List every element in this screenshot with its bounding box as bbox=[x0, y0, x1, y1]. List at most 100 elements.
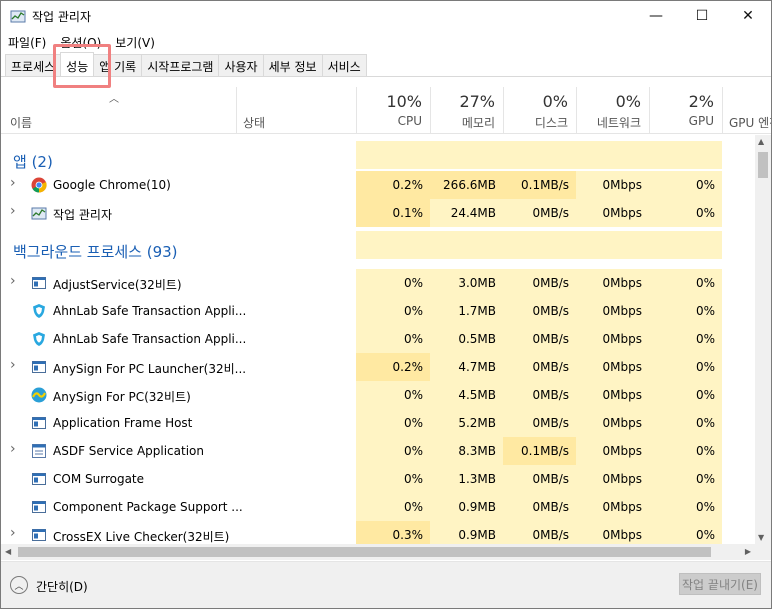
memory-cell-bg bbox=[430, 231, 503, 259]
process-name: CrossEX Live Checker(32비트) bbox=[53, 530, 230, 544]
task-manager-icon bbox=[10, 10, 26, 23]
scroll-down-icon[interactable]: ▼ bbox=[758, 533, 764, 542]
process-row[interactable]: Application Frame Host 0% 5.2MB 0MB/s 0Mbps 0… bbox=[1, 409, 755, 437]
process-row[interactable]: AhnLab Safe Transaction Appli... 0% 0.5MB 0… bbox=[1, 325, 755, 353]
close-button[interactable]: ✕ bbox=[725, 1, 771, 31]
window-app-icon bbox=[31, 527, 47, 543]
memory-value: 1.3MB bbox=[458, 472, 496, 486]
memory-value: 0.9MB bbox=[458, 528, 496, 542]
network-value: 0Mbps bbox=[602, 304, 642, 318]
gpu-value: 0% bbox=[695, 332, 715, 346]
column-gpu[interactable]: 2% GPU bbox=[649, 87, 722, 134]
vertical-scrollbar[interactable]: ▲ ▼ bbox=[755, 135, 771, 544]
process-row[interactable]: › CrossEX Live Checker(32비트) 0.3% 0.9MB 0MB/… bbox=[1, 521, 755, 544]
process-row[interactable]: AhnLab Safe Transaction Appli... 0% 1.7MB 0… bbox=[1, 297, 755, 325]
menu-view[interactable]: 보기(V) bbox=[108, 31, 162, 51]
anysign-icon bbox=[31, 387, 47, 403]
expand-chevron-icon[interactable]: › bbox=[10, 525, 16, 541]
gpu-value: 0% bbox=[695, 388, 715, 402]
vertical-scroll-thumb[interactable] bbox=[758, 152, 768, 178]
cpu-value: 0.1% bbox=[392, 206, 424, 220]
tab-startup[interactable]: 시작프로그램 bbox=[141, 54, 220, 76]
network-value: 0Mbps bbox=[602, 528, 642, 542]
memory-value: 8.3MB bbox=[458, 444, 496, 458]
memory-value: 0.9MB bbox=[458, 500, 496, 514]
expand-chevron-icon[interactable]: › bbox=[10, 357, 16, 373]
tab-details[interactable]: 세부 정보 bbox=[262, 54, 323, 76]
process-list: 앱 (2) › Google Chrome(10) 0.2% 266.6MB 0.1MB/… bbox=[1, 135, 755, 544]
cpu-value: 0% bbox=[403, 332, 423, 346]
memory-value: 24.4MB bbox=[450, 206, 496, 220]
end-task-button[interactable]: 작업 끝내기(E) bbox=[679, 573, 761, 595]
section-apps[interactable]: 앱 (2) bbox=[1, 141, 755, 171]
gpu-value: 0% bbox=[695, 500, 715, 514]
network-value: 0Mbps bbox=[602, 388, 642, 402]
network-label: 네트워크 bbox=[596, 116, 641, 130]
tab-services[interactable]: 서비스 bbox=[321, 54, 367, 76]
gpu-total: 2% bbox=[688, 92, 714, 111]
fewer-details-link[interactable]: 간단히(D) bbox=[36, 578, 88, 595]
process-row[interactable]: › ASDF Service Application 0% 8.3MB 0.1MB/s 0… bbox=[1, 437, 755, 465]
menu-file[interactable]: 파일(F) bbox=[1, 31, 53, 51]
column-status: 상태 bbox=[243, 116, 266, 130]
expand-chevron-icon[interactable]: › bbox=[10, 175, 16, 191]
process-name: AnySign For PC(32비트) bbox=[53, 390, 191, 404]
cpu-value: 0% bbox=[403, 416, 423, 430]
scroll-left-icon[interactable]: ◀ bbox=[5, 547, 11, 556]
cpu-total: 10% bbox=[386, 92, 422, 111]
expand-chevron-icon[interactable]: › bbox=[10, 273, 16, 289]
column-disk[interactable]: 0% 디스크 bbox=[503, 87, 576, 134]
expand-chevron-icon[interactable]: › bbox=[10, 203, 16, 219]
gpu-cell-bg bbox=[649, 141, 722, 169]
menu-options[interactable]: 옵션(O) bbox=[53, 31, 108, 51]
process-row[interactable]: › AdjustService(32비트) 0% 3.0MB 0MB/s 0Mbps 0% bbox=[1, 269, 755, 297]
column-memory[interactable]: 27% 메모리 bbox=[430, 87, 503, 134]
collapse-chevron-icon[interactable]: ︿ bbox=[10, 576, 28, 594]
scroll-right-icon[interactable]: ▶ bbox=[745, 547, 751, 556]
disk-value: 0MB/s bbox=[532, 276, 569, 290]
gpu-value: 0% bbox=[695, 178, 715, 192]
network-cell-bg bbox=[576, 231, 649, 259]
tab-users[interactable]: 사용자 bbox=[218, 54, 264, 76]
service-icon bbox=[31, 443, 47, 459]
expand-chevron-icon[interactable]: › bbox=[10, 441, 16, 457]
network-value: 0Mbps bbox=[602, 444, 642, 458]
window-app-icon bbox=[31, 275, 47, 291]
process-row[interactable]: AnySign For PC(32비트) 0% 4.5MB 0MB/s 0Mbps 0% bbox=[1, 381, 755, 409]
process-row[interactable]: COM Surrogate 0% 1.3MB 0MB/s 0Mbps 0% bbox=[1, 465, 755, 493]
memory-total: 27% bbox=[459, 92, 495, 111]
column-cpu[interactable]: 10% CPU bbox=[356, 87, 430, 134]
gpu-label: GPU bbox=[688, 114, 714, 128]
horizontal-scroll-thumb[interactable] bbox=[18, 547, 711, 557]
maximize-button[interactable]: ☐ bbox=[679, 1, 725, 31]
gpu-value: 0% bbox=[695, 276, 715, 290]
process-row[interactable]: › AnySign For PC Launcher(32비... 0.2% 4.7MB… bbox=[1, 353, 755, 381]
process-name: AdjustService(32비트) bbox=[53, 278, 182, 292]
tab-processes[interactable]: 프로세스 bbox=[5, 54, 62, 76]
process-name: COM Surrogate bbox=[53, 472, 145, 486]
column-gpu-engine[interactable]: GPU 엔진 bbox=[722, 87, 771, 134]
scroll-up-icon[interactable]: ▲ bbox=[758, 137, 764, 146]
minimize-button[interactable]: — bbox=[633, 1, 679, 31]
footer: ︿ 간단히(D) 작업 끝내기(E) bbox=[1, 561, 771, 608]
title-bar[interactable]: 작업 관리자 — ☐ ✕ bbox=[1, 1, 771, 31]
process-row[interactable]: Component Package Support ... 0% 0.9MB 0MB/… bbox=[1, 493, 755, 521]
process-name: Component Package Support ... bbox=[53, 500, 243, 514]
cpu-cell-bg bbox=[356, 141, 430, 169]
memory-value: 5.2MB bbox=[458, 416, 496, 430]
tab-performance[interactable]: 성능 bbox=[60, 52, 95, 76]
disk-value: 0MB/s bbox=[532, 304, 569, 318]
gpu-value: 0% bbox=[695, 360, 715, 374]
process-row[interactable]: › 작업 관리자 0.1% 24.4MB 0MB/s 0Mbps 0% bbox=[1, 199, 755, 227]
section-background-processes[interactable]: 백그라운드 프로세스 (93) bbox=[1, 231, 755, 261]
column-name[interactable]: 이름 bbox=[10, 114, 32, 131]
cpu-value: 0% bbox=[403, 304, 423, 318]
window-app-icon bbox=[31, 499, 47, 515]
window-app-icon bbox=[31, 359, 47, 375]
disk-label: 디스크 bbox=[534, 116, 568, 130]
horizontal-scrollbar[interactable]: ◀ ▶ bbox=[1, 544, 755, 560]
network-value: 0Mbps bbox=[602, 206, 642, 220]
column-network[interactable]: 0% 네트워크 bbox=[576, 87, 649, 134]
tab-app-history[interactable]: 앱 기록 bbox=[93, 54, 143, 76]
process-row[interactable]: › Google Chrome(10) 0.2% 266.6MB 0.1MB/s 0Mbp… bbox=[1, 171, 755, 199]
